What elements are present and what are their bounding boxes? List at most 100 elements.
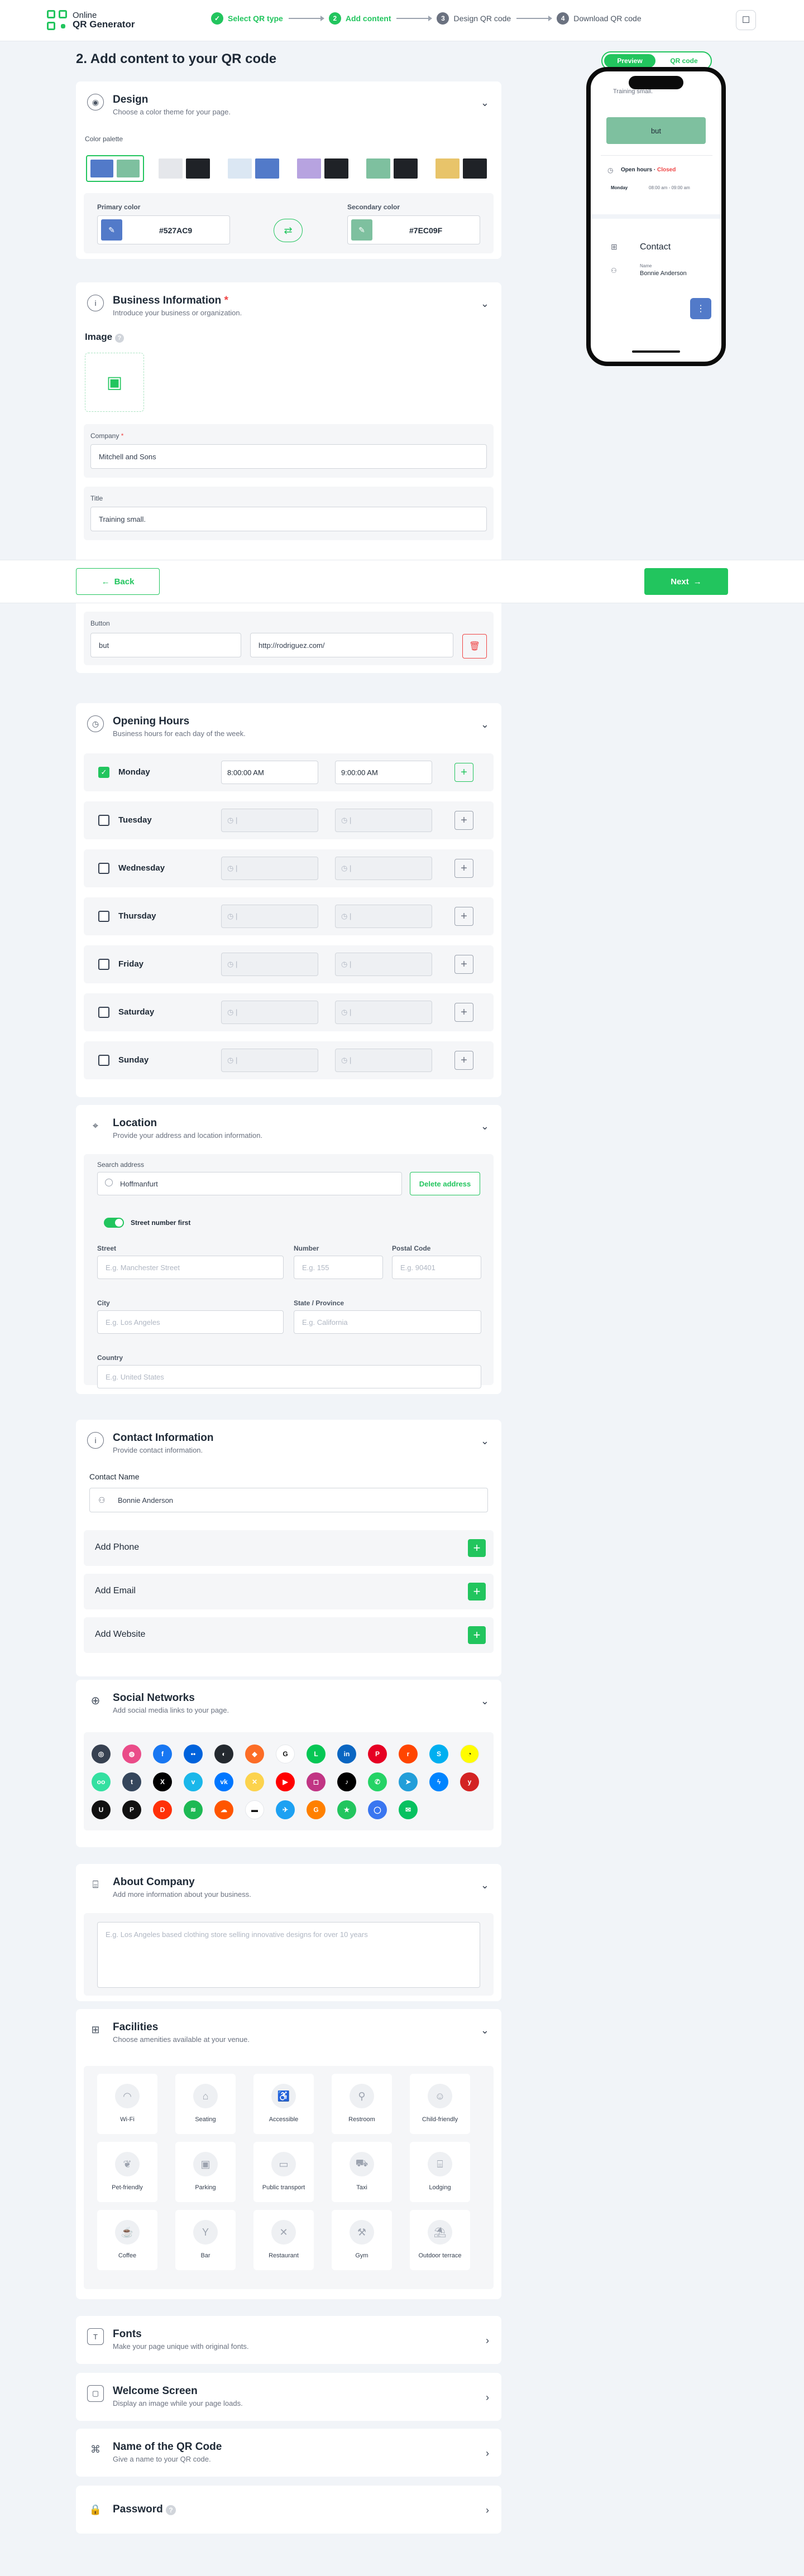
palette-option-5[interactable] [363, 155, 421, 182]
facility-outdoor-terrace[interactable]: ⛱ Outdoor terrace [410, 2210, 470, 2270]
button-text-input[interactable]: but [90, 633, 241, 657]
checkbox-saturday[interactable] [98, 1007, 109, 1018]
palette-option-1[interactable] [86, 155, 144, 182]
add-time-button[interactable]: + [454, 859, 473, 878]
more-options-icon[interactable]: ⋮ [690, 298, 711, 319]
social-flickr-icon[interactable]: •• [184, 1744, 203, 1763]
eyedropper-icon[interactable]: ✎ [101, 219, 122, 241]
close-time-input[interactable]: ◷ | [335, 953, 432, 976]
open-time-input[interactable]: ◷ | [221, 1049, 318, 1072]
welcome-screen-card[interactable]: ▢ Welcome Screen Display an image while yo… [76, 2373, 501, 2421]
social-postmates-icon[interactable]: P [122, 1800, 141, 1819]
social-tumblr-icon[interactable]: t [122, 1772, 141, 1791]
swap-colors-button[interactable]: ⇄ [274, 219, 303, 242]
chevron-right-icon[interactable]: › [486, 2392, 489, 2404]
chevron-right-icon[interactable]: › [486, 2448, 489, 2459]
help-icon[interactable]: ? [114, 334, 124, 343]
social-web-icon[interactable]: ◎ [92, 1744, 111, 1763]
facility-child-friendly[interactable]: ☺ Child-friendly [410, 2074, 470, 2134]
social-github-icon[interactable]: ◐ [214, 1744, 233, 1763]
checkbox-tuesday[interactable] [98, 815, 109, 826]
state-input[interactable]: E.g. California [294, 1310, 481, 1334]
add-time-button[interactable]: + [454, 1051, 473, 1070]
social-booking-icon[interactable]: ★ [337, 1800, 356, 1819]
facility-seating[interactable]: ⌂ Seating [175, 2074, 236, 2134]
chevron-down-icon[interactable]: ⌄ [481, 97, 489, 109]
password-card[interactable]: 🔒 Password ? › [76, 2486, 501, 2534]
social-doordash-icon[interactable]: D [153, 1800, 172, 1819]
open-time-input[interactable]: 8:00:00 AM [221, 761, 318, 784]
social-telegram-icon[interactable]: ➤ [399, 1772, 418, 1791]
add-phone-row[interactable]: Add Phone + [84, 1530, 494, 1566]
chevron-down-icon[interactable]: ⌄ [481, 719, 489, 730]
social-vimeo-icon[interactable]: v [184, 1772, 203, 1791]
social-tiktok-icon[interactable]: ♪ [337, 1772, 356, 1791]
open-time-input[interactable]: ◷ | [221, 1001, 318, 1024]
social-youtube-icon[interactable]: ▶ [276, 1772, 295, 1791]
chat-help-button[interactable]: ☐ [736, 10, 756, 30]
social-line-icon[interactable]: L [307, 1744, 326, 1763]
eyedropper-icon[interactable]: ✎ [351, 219, 372, 241]
fonts-card[interactable]: T Fonts Make your page unique with origina… [76, 2316, 501, 2364]
facility-restroom[interactable]: ⚲ Restroom [332, 2074, 392, 2134]
add-time-button[interactable]: + [454, 811, 473, 830]
qr-name-card[interactable]: ⌘ Name of the QR Code Give a name to your … [76, 2429, 501, 2477]
chevron-down-icon[interactable]: ⌄ [481, 1880, 489, 1891]
help-icon[interactable]: ? [166, 2505, 176, 2515]
button-url-input[interactable]: http://rodriguez.com/ [250, 633, 453, 657]
chevron-right-icon[interactable]: › [486, 2505, 489, 2516]
facility-accessible[interactable]: ♿ Accessible [253, 2074, 314, 2134]
palette-option-3[interactable] [224, 155, 283, 182]
street-input[interactable]: E.g. Manchester Street [97, 1256, 284, 1279]
step-download[interactable]: 4 Download QR code [557, 12, 642, 25]
checkbox-monday[interactable]: ✓ [98, 767, 109, 778]
social-grubhub-icon[interactable]: G [307, 1800, 326, 1819]
social-pinterest-icon[interactable]: P [368, 1744, 387, 1763]
title-input[interactable]: Training small. [90, 507, 487, 531]
social-vk-icon[interactable]: vk [214, 1772, 233, 1791]
chevron-down-icon[interactable]: ⌄ [481, 1695, 489, 1707]
close-time-input[interactable]: ◷ | [335, 809, 432, 832]
country-input[interactable]: E.g. United States [97, 1365, 481, 1388]
add-time-button[interactable]: + [454, 1003, 473, 1022]
step-design[interactable]: 3 Design QR code [437, 12, 511, 25]
delete-address-button[interactable]: Delete address [410, 1172, 480, 1195]
facility-lodging[interactable]: ⌸ Lodging [410, 2142, 470, 2202]
facility-taxi[interactable]: ⛟ Taxi [332, 2142, 392, 2202]
facility-wi-fi[interactable]: ◠ Wi-Fi [97, 2074, 157, 2134]
plus-icon[interactable]: + [468, 1626, 486, 1644]
chevron-down-icon[interactable]: ⌄ [481, 1435, 489, 1447]
checkbox-sunday[interactable] [98, 1055, 109, 1066]
close-time-input[interactable]: 9:00:00 AM [335, 761, 432, 784]
facility-pet-friendly[interactable]: ❦ Pet-friendly [97, 2142, 157, 2202]
city-input[interactable]: E.g. Los Angeles [97, 1310, 284, 1334]
number-input[interactable]: E.g. 155 [294, 1256, 383, 1279]
chevron-down-icon[interactable]: ⌄ [481, 298, 489, 310]
social-yelp-icon[interactable]: y [460, 1772, 479, 1791]
street-first-toggle[interactable] [104, 1218, 124, 1228]
close-time-input[interactable]: ◷ | [335, 1049, 432, 1072]
social-xing-icon[interactable]: ✕ [245, 1772, 264, 1791]
primary-color-input[interactable]: ✎ #527AC9 [97, 215, 230, 244]
checkbox-friday[interactable] [98, 959, 109, 970]
add-email-row[interactable]: Add Email + [84, 1574, 494, 1609]
chevron-right-icon[interactable]: › [486, 2335, 489, 2347]
facility-bar[interactable]: Y Bar [175, 2210, 236, 2270]
social-soundcloud-icon[interactable]: ☁ [214, 1800, 233, 1819]
palette-option-4[interactable] [294, 155, 352, 182]
add-time-button[interactable]: + [454, 955, 473, 974]
social-instagram-icon[interactable]: ◻ [307, 1772, 326, 1791]
next-button[interactable]: Next → [644, 568, 728, 595]
social-spotify-icon[interactable]: ≋ [184, 1800, 203, 1819]
checkbox-thursday[interactable] [98, 911, 109, 922]
step-add-content[interactable]: 2 Add content [328, 12, 391, 25]
open-time-input[interactable]: ◷ | [221, 857, 318, 880]
logo[interactable]: Online QR Generator [47, 10, 135, 30]
social-linkedin-icon[interactable]: in [337, 1744, 356, 1763]
facility-parking[interactable]: ▣ Parking [175, 2142, 236, 2202]
about-textarea[interactable]: E.g. Los Angeles based clothing store se… [97, 1922, 480, 1988]
search-address-input[interactable]: Hoffmanfurt [97, 1172, 402, 1195]
social-tripadvisor-icon[interactable]: oo [92, 1772, 111, 1791]
social-gitlab-icon[interactable]: ◆ [245, 1744, 264, 1763]
open-time-input[interactable]: ◷ | [221, 953, 318, 976]
